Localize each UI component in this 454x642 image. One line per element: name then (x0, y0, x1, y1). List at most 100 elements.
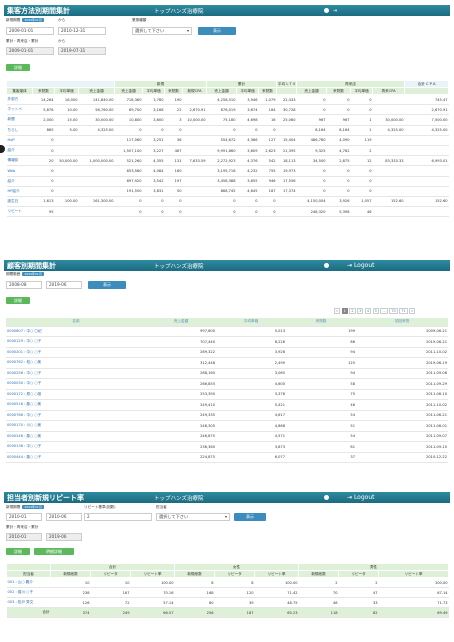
row-name-cell[interactable]: 0000256 : 中○ ○子 (6, 368, 146, 379)
col-header[interactable]: 担当者 (6, 570, 51, 578)
page-link[interactable]: 70 (389, 308, 398, 314)
date-from-input[interactable]: 2009-01-01 (6, 27, 54, 35)
logout-icon[interactable]: ⇥ (333, 8, 337, 14)
col-header[interactable]: 来院数 (257, 87, 278, 95)
col-header[interactable]: リピート率 (254, 570, 300, 578)
table-cell (182, 135, 207, 146)
row-name-cell[interactable]: 0000516 : 藤○ ○美 (6, 399, 146, 411)
col-header[interactable]: 来院数 (326, 87, 352, 95)
row-name-cell[interactable]: 0000170 : 川○ ○美 (6, 420, 146, 432)
logout-link[interactable]: ⇥ Logout (347, 262, 374, 269)
col-header-sales[interactable]: 売上金額 (146, 318, 216, 327)
row-name-cell[interactable]: 0000762 : 松○ ○美 (6, 357, 146, 369)
table-cell (372, 104, 405, 116)
col-header[interactable]: 新規総数 (174, 570, 216, 578)
row-name-cell[interactable]: 情報誌 (6, 155, 33, 167)
row-name-cell[interactable]: 003 : 松戸 秀文 (6, 597, 51, 608)
row-name-cell[interactable]: 0000201 : 中○ ○子 (6, 347, 146, 358)
row-name-cell[interactable]: 0000444 : 藤○ ○子 (6, 452, 146, 463)
col-header[interactable]: 売上金額 (296, 87, 328, 95)
user-icon[interactable] (324, 263, 329, 268)
col-header[interactable]: 平均単価 (54, 87, 79, 95)
col-header[interactable]: リピータ (338, 570, 380, 578)
row-name-cell[interactable]: ちらし (6, 125, 33, 136)
row-name-cell[interactable]: 外部方 (6, 94, 33, 106)
col-header[interactable] (404, 87, 450, 95)
detail-button[interactable]: 詳細 (6, 297, 30, 304)
row-name-cell[interactable]: 001 : 山○ 義介 (6, 577, 51, 588)
detail-button[interactable]: 詳細 (6, 548, 30, 555)
row-name-cell[interactable]: HP紹介 (6, 186, 33, 197)
col-header[interactable]: 新規総数 (298, 570, 340, 578)
col-header-name[interactable]: 名前 (6, 318, 146, 327)
show-button[interactable]: 表示 (198, 27, 236, 35)
row-name-cell[interactable]: 0000129 : 中○ ○子 (6, 336, 146, 348)
col-header[interactable]: 新規総数 (50, 570, 91, 578)
row-name-cell[interactable]: 0000607 : 中○ 〇紀 (6, 326, 146, 337)
page-link[interactable]: 5 (372, 308, 379, 314)
col-header[interactable]: リピータ (90, 570, 131, 578)
row-name-cell[interactable]: 誕生日 (6, 196, 33, 208)
page-link[interactable]: « (334, 308, 341, 314)
detail-button[interactable]: 詳細 (6, 64, 30, 71)
date-from-input[interactable]: 2010-01 (6, 513, 42, 521)
show-button[interactable]: 表示 (88, 281, 126, 289)
logout-icon: ⇥ (347, 262, 354, 269)
logout-link[interactable]: ⇥ Logout (347, 494, 374, 501)
page-link[interactable]: … (380, 308, 388, 314)
row-name-cell[interactable]: 0000766 : 中○ ○子 (6, 410, 146, 421)
date-to-input[interactable]: 2010-06 (46, 513, 82, 521)
row-name-cell[interactable]: Web (6, 165, 33, 177)
col-header[interactable]: 来院数 (32, 87, 55, 95)
show-button[interactable]: 表示 (234, 513, 266, 521)
page-link[interactable]: 3 (357, 308, 364, 314)
row-name-cell[interactable]: リピート (6, 206, 33, 218)
user-icon[interactable] (324, 8, 329, 13)
col-header[interactable]: 集客媒体 (6, 87, 33, 95)
row-name-cell[interactable]: 002 : 藤川 ○子 (6, 587, 51, 598)
page-link[interactable]: 4 (364, 308, 372, 314)
staff-select[interactable]: 選択して下さい (156, 513, 230, 521)
row-name-cell[interactable]: 新聞 (6, 114, 33, 126)
repeat-count-input[interactable]: 2 (84, 513, 152, 521)
table-cell: 2011-06-01 (356, 420, 448, 432)
row-name-cell[interactable]: 紹介 (6, 176, 33, 187)
col-header[interactable]: 平均単価 (350, 87, 374, 95)
row-name-cell[interactable]: 0000172 : 原○ ○雄 (6, 389, 146, 400)
date-to-input[interactable]: 2010-12-31 (58, 27, 106, 35)
col-header[interactable]: 来院数 (164, 87, 183, 95)
col-header[interactable]: リピータ (214, 570, 256, 578)
col-header-avg[interactable]: 平均単価 (216, 318, 286, 327)
page-link[interactable]: » (409, 308, 416, 314)
detail-list-button[interactable]: 明細詳細 (34, 548, 74, 555)
table-cell: 697,920 (114, 176, 143, 187)
date-from-input[interactable]: 2008-08 (6, 281, 42, 289)
col-header[interactable]: リピート率 (378, 570, 450, 578)
col-header[interactable]: 売上金額 (114, 87, 143, 95)
page-link[interactable]: 1 (341, 308, 348, 314)
row-name-cell[interactable]: 0000030 : 中○ ○子 (6, 378, 146, 390)
category-select[interactable]: 選択して下さい (132, 27, 192, 35)
page-link[interactable]: 2 (349, 308, 356, 314)
col-header[interactable]: 平均単価 (236, 87, 259, 95)
col-header[interactable]: 再来CPA (372, 87, 406, 95)
col-header[interactable]: 売上金額 (78, 87, 115, 95)
col-header[interactable]: 平均単価 (142, 87, 165, 95)
col-header[interactable]: 売上金額 (206, 87, 237, 95)
page-link[interactable]: 71 (399, 308, 408, 314)
col-header[interactable]: 新規CPA (182, 87, 207, 95)
col-header[interactable]: リピート率 (129, 570, 176, 578)
table-row: 紹介 0 1,507,100 3,227 467 9,991,860 3,609 2,623 2… (6, 145, 449, 157)
col-header-first[interactable]: 初回来院 (356, 318, 448, 327)
col-header-visits[interactable]: 来院数 (286, 318, 356, 327)
row-name-cell[interactable]: 0000136 : 中○ ○子 (6, 441, 146, 453)
date-to-input[interactable]: 2019-06 (46, 281, 82, 289)
row-name-cell[interactable]: 紹介 (6, 145, 33, 157)
row-name-cell[interactable]: 0000246 : 藤○ ○美 (6, 431, 146, 442)
col-header[interactable] (276, 87, 298, 95)
table-cell: 0 (350, 165, 373, 177)
user-icon[interactable] (324, 495, 329, 500)
side-toggle-handle[interactable] (0, 145, 5, 153)
row-name-cell[interactable]: HoP (6, 135, 33, 146)
row-name-cell[interactable]: ホットペ (6, 104, 33, 116)
